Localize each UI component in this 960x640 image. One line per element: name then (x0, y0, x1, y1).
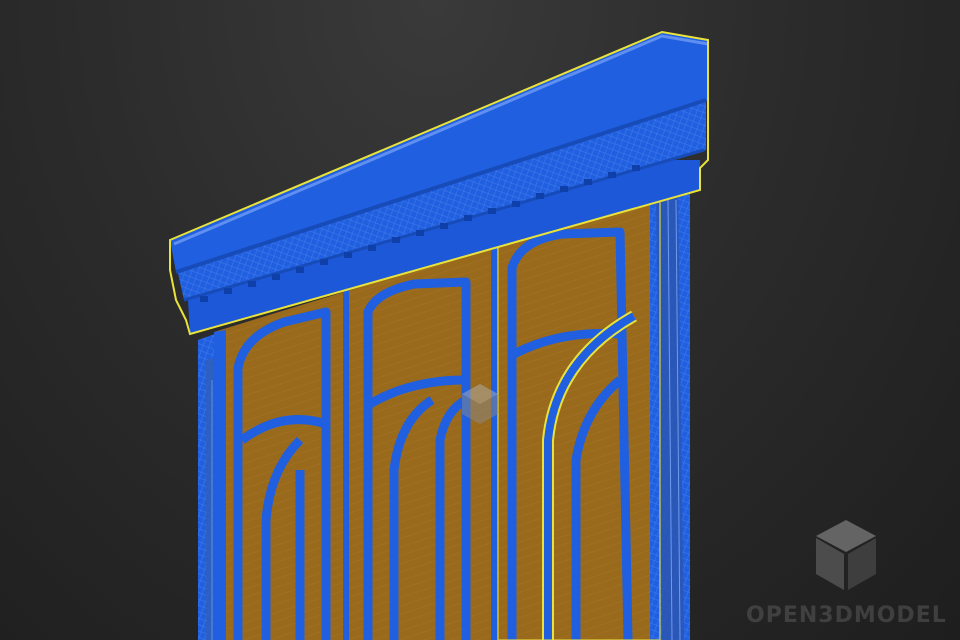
cube-icon (816, 520, 876, 590)
watermark: OPEN3DMODEL (746, 518, 946, 628)
watermark-label: OPEN3DMODEL (746, 603, 947, 628)
right-pilaster (650, 170, 690, 640)
3d-viewport[interactable]: OPEN3DMODEL (0, 0, 960, 640)
